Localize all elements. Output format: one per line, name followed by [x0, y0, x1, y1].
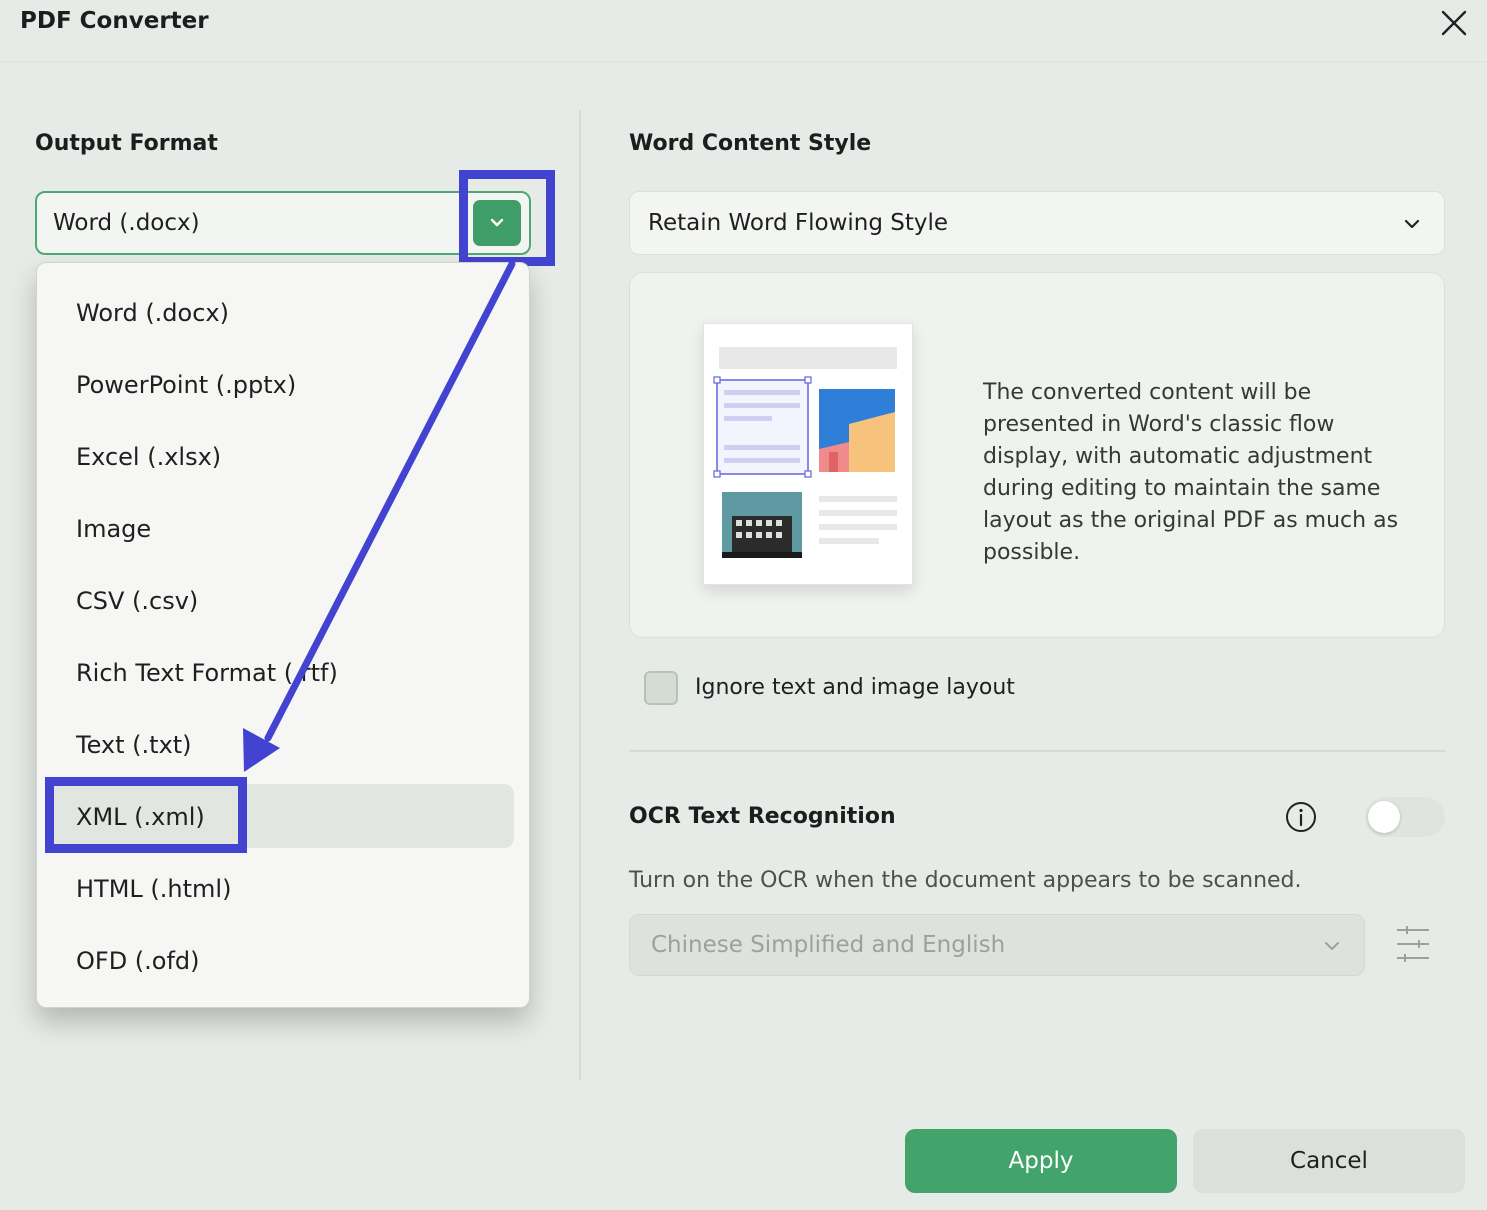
ocr-info-button[interactable] [1284, 800, 1318, 834]
ocr-description: Turn on the OCR when the document appear… [629, 868, 1302, 893]
ocr-toggle[interactable] [1365, 797, 1445, 837]
window-title: PDF Converter [20, 8, 209, 34]
word-content-style-select[interactable]: Retain Word Flowing Style [629, 191, 1445, 255]
menu-item-image[interactable]: Image [37, 497, 531, 561]
section-divider [629, 750, 1445, 752]
menu-item-label: Text (.txt) [76, 731, 192, 759]
toggle-knob [1368, 801, 1400, 833]
ocr-settings-button[interactable] [1394, 924, 1432, 964]
ocr-language-value: Chinese Simplified and English [651, 932, 1006, 958]
menu-item-label: CSV (.csv) [76, 587, 199, 615]
output-format-select[interactable]: Word (.docx) [35, 191, 531, 255]
close-button[interactable] [1434, 4, 1474, 44]
word-content-style-value: Retain Word Flowing Style [648, 210, 949, 236]
menu-item-label: HTML (.html) [76, 875, 232, 903]
menu-item-label: Image [76, 515, 152, 543]
document-preview-illustration [703, 323, 913, 585]
menu-item-csv[interactable]: CSV (.csv) [37, 569, 531, 633]
menu-item-excel[interactable]: Excel (.xlsx) [37, 425, 531, 489]
menu-item-label: PowerPoint (.pptx) [76, 371, 297, 399]
ignore-layout-label[interactable]: Ignore text and image layout [695, 675, 1015, 700]
style-description: The converted content will be presented … [983, 380, 1399, 565]
output-format-value: Word (.docx) [53, 210, 200, 236]
menu-item-powerpoint[interactable]: PowerPoint (.pptx) [37, 353, 531, 417]
output-format-menu: Word (.docx) PowerPoint (.pptx) Excel (.… [36, 262, 530, 1008]
cancel-button[interactable]: Cancel [1193, 1129, 1465, 1193]
menu-item-label: Excel (.xlsx) [76, 443, 222, 471]
menu-item-txt[interactable]: Text (.txt) [37, 713, 531, 777]
chevron-down-icon [1325, 942, 1339, 950]
ignore-layout-checkbox[interactable] [644, 671, 678, 705]
annotation-highlight-xml-option [45, 777, 247, 853]
settings-sliders-icon [1397, 926, 1429, 962]
ocr-language-select[interactable]: Chinese Simplified and English [629, 914, 1365, 976]
menu-item-word[interactable]: Word (.docx) [37, 281, 531, 345]
menu-item-rtf[interactable]: Rich Text Format (.rtf) [37, 641, 531, 705]
menu-item-label: Rich Text Format (.rtf) [76, 659, 338, 687]
annotation-highlight-dropdown-button [459, 170, 555, 266]
flowing-layout-illustration [713, 347, 897, 558]
word-content-style-label: Word Content Style [629, 131, 872, 156]
info-icon [1286, 802, 1316, 832]
menu-item-label: OFD (.ofd) [76, 947, 200, 975]
column-divider [579, 110, 581, 1080]
close-icon [1441, 10, 1467, 36]
pdf-converter-dialog: PDF Converter Output Format Word (.docx)… [0, 0, 1487, 1210]
output-format-label: Output Format [35, 131, 218, 156]
ocr-title: OCR Text Recognition [629, 804, 896, 829]
menu-item-html[interactable]: HTML (.html) [37, 857, 531, 921]
chevron-down-icon [1404, 219, 1420, 229]
menu-item-label: Word (.docx) [76, 299, 229, 327]
apply-button[interactable]: Apply [905, 1129, 1177, 1193]
menu-item-ofd[interactable]: OFD (.ofd) [37, 929, 531, 993]
title-bar: PDF Converter [0, 0, 1487, 62]
